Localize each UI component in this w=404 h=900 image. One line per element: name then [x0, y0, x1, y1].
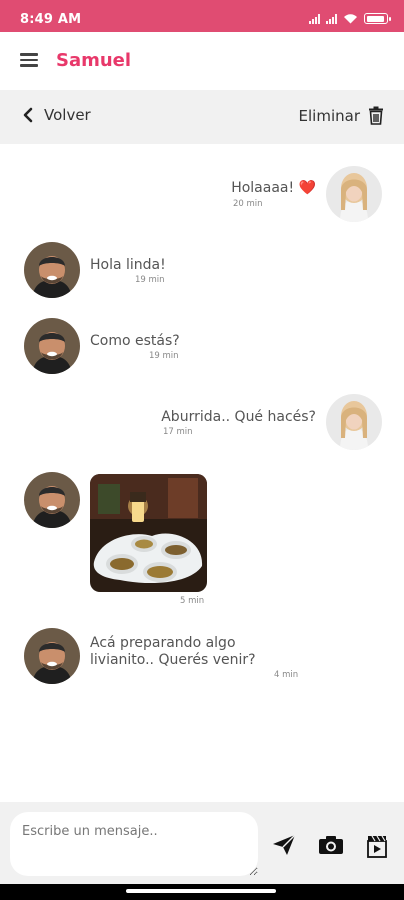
status-time: 8:49 AM — [20, 12, 82, 27]
chevron-left-icon — [23, 107, 33, 123]
app-header: Samuel — [0, 32, 404, 90]
message-time: 4 min — [274, 670, 299, 680]
send-icon[interactable] — [272, 834, 296, 856]
page-title: Samuel — [56, 50, 132, 71]
back-button[interactable]: Volver — [22, 106, 91, 124]
signal-icon — [326, 14, 337, 24]
message-item: Hola linda! 19 min — [0, 240, 404, 304]
message-text: Aburrida.. Qué hacés? — [161, 409, 316, 425]
message-text: Como estás? — [90, 333, 180, 349]
composer — [0, 802, 404, 884]
message-item: Aburrida.. Qué hacés? 17 min — [0, 394, 404, 458]
wifi-icon — [344, 14, 357, 24]
delete-button[interactable]: Eliminar — [299, 106, 384, 125]
message-time: 19 min — [149, 351, 179, 361]
message-text: Hola linda! — [90, 257, 166, 273]
message-text: Acá preparando algo — [90, 635, 236, 651]
status-icons — [309, 13, 391, 24]
video-icon[interactable] — [366, 834, 388, 858]
delete-label: Eliminar — [298, 106, 360, 125]
message-item: 5 min — [0, 470, 404, 610]
message-input[interactable] — [10, 812, 258, 876]
message-time: 19 min — [135, 275, 165, 285]
message-text: Holaaaa! ❤️ — [231, 180, 316, 196]
trash-icon — [369, 106, 383, 125]
system-nav-bar — [0, 884, 404, 900]
photo-snacks[interactable] — [90, 474, 207, 592]
message-list: Holaaaa! ❤️ 20 min Hola linda! 19 min Co… — [0, 144, 404, 802]
woman-avatar[interactable] — [326, 394, 382, 450]
message-text: livianito.. Querés venir? — [90, 652, 256, 668]
samuel-avatar[interactable] — [24, 628, 80, 684]
message-item: Acá preparando algo livianito.. Querés v… — [0, 626, 404, 698]
status-bar: 8:49 AM — [0, 0, 404, 32]
message-time: 5 min — [180, 596, 205, 606]
chat-toolbar: Volver Eliminar — [0, 90, 404, 144]
menu-icon[interactable] — [20, 53, 38, 67]
battery-icon — [364, 13, 391, 24]
samuel-avatar[interactable] — [24, 472, 80, 528]
message-item: Holaaaa! ❤️ 20 min — [0, 144, 404, 224]
samuel-avatar[interactable] — [24, 318, 80, 374]
samuel-avatar[interactable] — [24, 242, 80, 298]
woman-avatar[interactable] — [326, 166, 382, 222]
message-item: Como estás? 19 min — [0, 316, 404, 380]
camera-icon[interactable] — [318, 834, 344, 856]
message-time: 20 min — [233, 199, 263, 209]
back-label: Volver — [44, 106, 91, 124]
message-time: 17 min — [163, 427, 193, 437]
home-indicator[interactable] — [126, 889, 276, 893]
signal-icon — [309, 14, 320, 24]
